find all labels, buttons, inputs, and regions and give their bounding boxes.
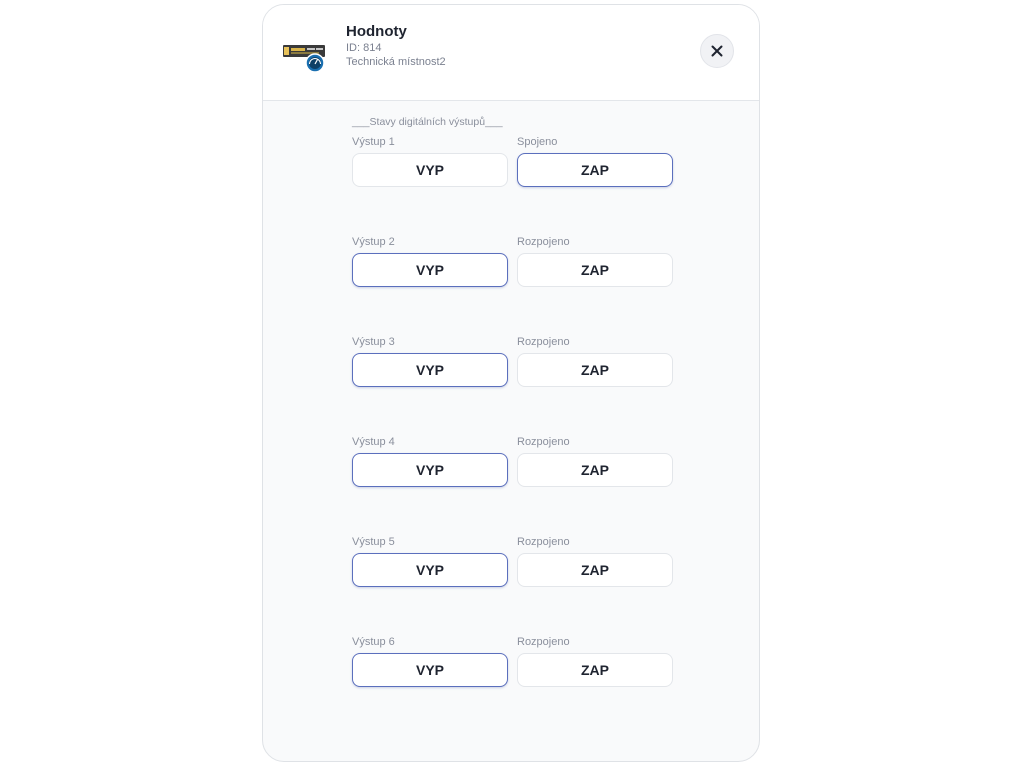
output-off-button[interactable]: VYP	[352, 153, 508, 187]
output-name: Výstup 1	[352, 136, 395, 148]
output-off-button[interactable]: VYP	[352, 453, 508, 487]
output-on-button[interactable]: ZAP	[517, 353, 673, 387]
output-off-button[interactable]: VYP	[352, 653, 508, 687]
output-row: Výstup 4 Rozpojeno VYP ZAP	[352, 436, 673, 506]
output-row: Výstup 1 Spojeno VYP ZAP	[352, 136, 673, 206]
values-dialog: Hodnoty ID: 814 Technická místnost2 ___S…	[262, 4, 760, 762]
output-on-button[interactable]: ZAP	[517, 453, 673, 487]
output-name: Výstup 6	[352, 636, 395, 648]
output-off-button[interactable]: VYP	[352, 553, 508, 587]
output-on-button[interactable]: ZAP	[517, 153, 673, 187]
output-state: Rozpojeno	[517, 336, 570, 348]
output-name: Výstup 4	[352, 436, 395, 448]
output-row: Výstup 3 Rozpojeno VYP ZAP	[352, 336, 673, 406]
output-on-button[interactable]: ZAP	[517, 553, 673, 587]
output-on-button[interactable]: ZAP	[517, 253, 673, 287]
close-icon	[711, 45, 723, 57]
output-row: Výstup 6 Rozpojeno VYP ZAP	[352, 636, 673, 706]
dialog-title: Hodnoty	[346, 23, 407, 40]
output-on-button[interactable]: ZAP	[517, 653, 673, 687]
output-state: Rozpojeno	[517, 636, 570, 648]
dialog-header: Hodnoty ID: 814 Technická místnost2	[263, 5, 759, 101]
output-state: Spojeno	[517, 136, 558, 148]
device-module-gauge-icon	[283, 45, 325, 73]
device-id: ID: 814	[346, 42, 382, 54]
output-name: Výstup 5	[352, 536, 395, 548]
output-state: Rozpojeno	[517, 236, 570, 248]
output-off-button[interactable]: VYP	[352, 353, 508, 387]
output-state: Rozpojeno	[517, 436, 570, 448]
output-state: Rozpojeno	[517, 536, 570, 548]
section-title: ___Stavy digitálních výstupů___	[352, 116, 503, 128]
close-button[interactable]	[700, 34, 734, 68]
device-location: Technická místnost2	[346, 56, 446, 68]
output-name: Výstup 3	[352, 336, 395, 348]
output-off-button[interactable]: VYP	[352, 253, 508, 287]
output-name: Výstup 2	[352, 236, 395, 248]
output-row: Výstup 5 Rozpojeno VYP ZAP	[352, 536, 673, 606]
output-row: Výstup 2 Rozpojeno VYP ZAP	[352, 236, 673, 306]
